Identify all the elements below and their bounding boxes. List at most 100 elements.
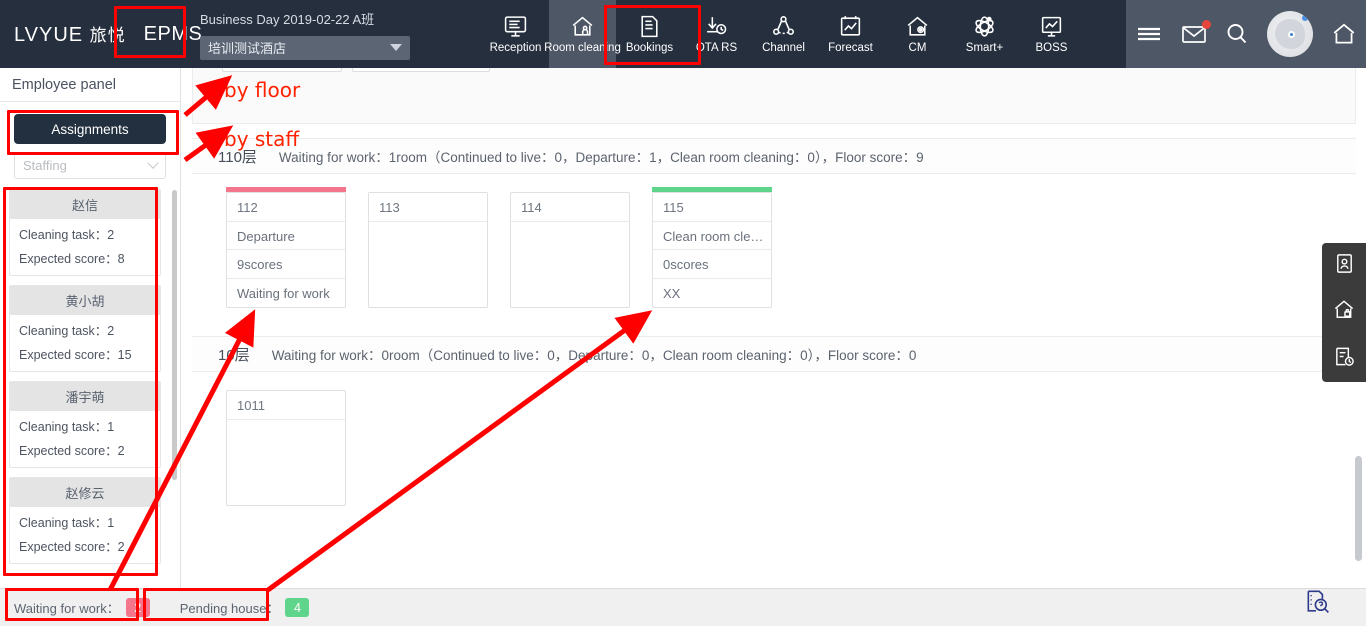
room-number: 114 bbox=[511, 193, 629, 222]
nav-label-boss: BOSS bbox=[1035, 42, 1068, 54]
staff-expected-score-row: Expected score：15 bbox=[10, 339, 160, 371]
house-person-icon bbox=[569, 14, 596, 39]
room-status: Clean room cle… bbox=[653, 222, 771, 250]
staffing-select-placeholder: Staffing bbox=[23, 158, 67, 173]
room-card[interactable]: 1011 bbox=[226, 385, 346, 506]
expected-score-value: 15 bbox=[117, 348, 132, 362]
bottom-status-bar: Waiting for work： 2 Pending house： 4 bbox=[0, 588, 1366, 626]
partial-room-card[interactable] bbox=[222, 68, 342, 72]
sidebar-scrollbar-thumb[interactable] bbox=[172, 190, 177, 480]
avatar-status-dot bbox=[1302, 15, 1309, 21]
nav-label-reception: Reception bbox=[489, 42, 542, 54]
room-extra: Waiting for work bbox=[237, 285, 330, 301]
room-card-body: 114 bbox=[510, 192, 630, 308]
staff-card-list[interactable]: 赵信 Cleaning task：2 Expected score：8 黄小胡 … bbox=[9, 189, 169, 571]
cleaning-task-value: 2 bbox=[107, 324, 115, 338]
assignments-button[interactable]: Assignments bbox=[14, 114, 166, 144]
chevron-down-icon bbox=[147, 157, 159, 169]
id-card-icon[interactable] bbox=[1333, 252, 1356, 280]
nav-item-channel[interactable]: Channel bbox=[750, 0, 817, 68]
nav-item-reception[interactable]: Reception bbox=[482, 0, 549, 68]
room-empty-body bbox=[369, 222, 487, 307]
room-card-grid: 1011 bbox=[192, 372, 1356, 520]
cleaning-task-label: Cleaning task： bbox=[19, 228, 108, 242]
floor-name: 10层 bbox=[218, 346, 250, 364]
nav-label-smart-plus: Smart+ bbox=[965, 42, 1004, 54]
partial-room-card[interactable] bbox=[352, 68, 490, 72]
floor-section: 110层 Waiting for work：1room（Continued to… bbox=[192, 138, 1356, 322]
house-lock-icon[interactable] bbox=[1332, 298, 1356, 326]
pending-house-count: 4 bbox=[285, 598, 310, 617]
staff-card[interactable]: 赵修云 Cleaning task：1 Expected score：2 bbox=[9, 477, 161, 564]
staff-cleaning-task-row: Cleaning task：2 bbox=[10, 219, 160, 243]
report-clock-icon[interactable] bbox=[1333, 345, 1356, 373]
network-nodes-icon bbox=[770, 14, 797, 39]
cleaning-task-value: 1 bbox=[107, 420, 115, 434]
search-icon[interactable] bbox=[1224, 21, 1250, 47]
pending-house-stat[interactable]: Pending house： 4 bbox=[180, 598, 310, 617]
logo-latin-text: LVYUE bbox=[14, 24, 84, 46]
floor-header: 110层 Waiting for work：1room（Continued to… bbox=[192, 138, 1356, 174]
staff-name: 黄小胡 bbox=[10, 286, 160, 315]
floor-summary: Waiting for work：1room（Continued to live… bbox=[278, 150, 924, 165]
expected-score-label: Expected score： bbox=[19, 252, 118, 266]
room-card[interactable]: 112 Departure 9scores Waiting for work bbox=[226, 187, 346, 308]
waiting-for-work-stat[interactable]: Waiting for work： 2 bbox=[14, 598, 150, 617]
staff-card[interactable]: 潘宇萌 Cleaning task：1 Expected score：2 bbox=[9, 381, 161, 468]
mail-icon[interactable] bbox=[1181, 20, 1211, 45]
room-card-grid: 112 Departure 9scores Waiting for work 1… bbox=[192, 174, 1356, 322]
staffing-select-wrap: Staffing bbox=[0, 144, 180, 179]
nav-item-bookings[interactable]: Bookings bbox=[616, 0, 683, 68]
staff-cleaning-task-row: Cleaning task：1 bbox=[10, 411, 160, 435]
floor-section: 10层 Waiting for work：0room（Continued to … bbox=[192, 336, 1356, 520]
room-card[interactable]: 115 Clean room cle… 0scores XX bbox=[652, 187, 772, 308]
room-card[interactable]: 114 bbox=[510, 187, 630, 308]
nav-item-boss[interactable]: BOSS bbox=[1018, 0, 1085, 68]
hotel-select[interactable]: 培训测试酒店 bbox=[200, 35, 410, 60]
cleaning-task-value: 1 bbox=[107, 516, 115, 530]
download-clock-icon bbox=[703, 14, 730, 39]
avatar[interactable] bbox=[1267, 11, 1314, 57]
room-number: 115 bbox=[653, 193, 771, 222]
room-status: Departure bbox=[227, 222, 345, 250]
right-floating-toolbar bbox=[1322, 243, 1366, 382]
nav-label-ota-rs: OTA RS bbox=[695, 42, 738, 54]
nav-item-forecast[interactable]: Forecast bbox=[817, 0, 884, 68]
nav-item-room-cleaning[interactable]: Room cleaning bbox=[544, 0, 621, 68]
nav-item-cm[interactable]: CM bbox=[884, 0, 951, 68]
chevron-down-icon bbox=[390, 44, 402, 51]
room-extra: XX bbox=[663, 285, 681, 301]
assignments-button-wrap: Assignments bbox=[0, 102, 180, 144]
room-number: 113 bbox=[369, 193, 487, 222]
home-icon[interactable] bbox=[1330, 21, 1358, 47]
top-right-toolbar bbox=[1126, 0, 1366, 68]
hotel-select-value: 培训测试酒店 bbox=[208, 41, 287, 56]
presentation-chart-icon bbox=[1038, 14, 1065, 39]
room-number: 112 bbox=[227, 193, 345, 222]
main-content: 110层 Waiting for work：1room（Continued to… bbox=[182, 68, 1366, 588]
nav-item-ota-rs[interactable]: OTA RS bbox=[683, 0, 750, 68]
module-nav: Reception Room cleaning Bookings OTA RS … bbox=[482, 0, 1085, 68]
waiting-for-work-count: 2 bbox=[125, 598, 150, 617]
room-card[interactable]: 113 bbox=[368, 187, 488, 308]
business-day-text: Business Day 2019-02-22 A班 bbox=[200, 11, 375, 27]
nav-label-ota-bookings: Bookings bbox=[625, 42, 674, 54]
staff-card[interactable]: 赵信 Cleaning task：2 Expected score：8 bbox=[9, 189, 161, 276]
document-search-help-icon[interactable] bbox=[1304, 588, 1330, 619]
logo-cn-text: 旅悦 bbox=[89, 26, 126, 45]
main-scrollbar-thumb[interactable] bbox=[1355, 456, 1362, 561]
menu-icon[interactable] bbox=[1134, 22, 1164, 46]
mail-unread-badge bbox=[1201, 20, 1211, 29]
staff-card[interactable]: 黄小胡 Cleaning task：2 Expected score：15 bbox=[9, 285, 161, 372]
room-empty-body bbox=[511, 222, 629, 307]
staffing-select[interactable]: Staffing bbox=[14, 152, 166, 179]
business-day-area: Business Day 2019-02-22 A班 培训测试酒店 bbox=[190, 9, 420, 60]
brand-area: LVYUE 旅悦 EPMS bbox=[0, 0, 202, 68]
chart-board-icon bbox=[837, 14, 864, 39]
cleaning-task-label: Cleaning task： bbox=[19, 420, 108, 434]
atom-icon bbox=[971, 14, 998, 39]
expected-score-value: 2 bbox=[117, 444, 125, 458]
cleaning-task-label: Cleaning task： bbox=[19, 516, 108, 530]
staff-expected-score-row: Expected score：8 bbox=[10, 243, 160, 275]
nav-item-smart-plus[interactable]: Smart+ bbox=[951, 0, 1018, 68]
